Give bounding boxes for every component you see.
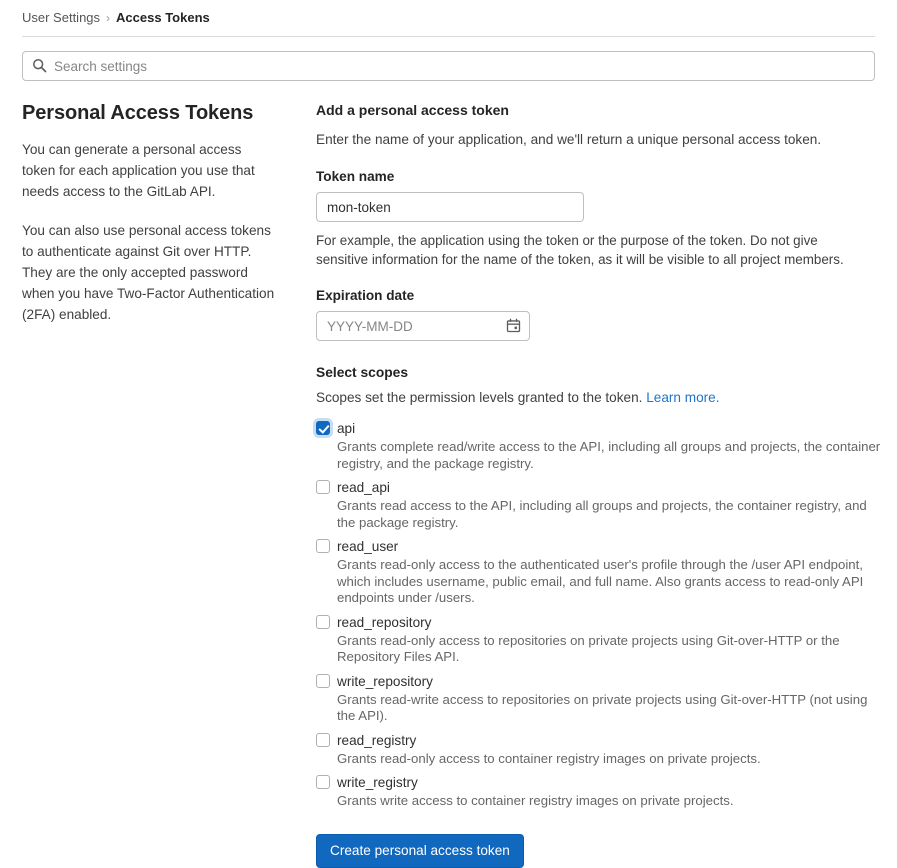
token-name-help-text: For example, the application using the t… <box>316 233 844 267</box>
breadcrumb-separator-icon: › <box>106 11 111 25</box>
scope-description: Grants write access to container registr… <box>337 793 734 808</box>
scope-description: Grants read access to the API, including… <box>337 498 867 530</box>
scope-checkbox-api[interactable] <box>316 421 330 435</box>
breadcrumb: User Settings › Access Tokens <box>0 0 897 27</box>
breadcrumb-divider <box>22 36 875 37</box>
scope-row[interactable]: write_repository Grants read-write access… <box>316 673 883 725</box>
scope-name-label: write_repository <box>337 673 433 689</box>
scope-checkbox-read_repository[interactable] <box>316 614 330 629</box>
learn-more-link[interactable]: Learn more. <box>646 390 719 405</box>
description-paragraph-2: You can also use personal access tokens … <box>22 223 275 322</box>
select-scopes-subtitle-text: Scopes set the permission levels granted… <box>316 390 647 405</box>
scope-name-label: read_registry <box>337 732 417 748</box>
scope-checkbox-write_registry[interactable] <box>316 775 330 789</box>
settings-content: Personal Access Tokens You can generate … <box>0 101 897 868</box>
scope-name-label: read_repository <box>337 614 432 630</box>
description-paragraph-1: You can generate a personal access token… <box>22 142 255 199</box>
token-name-label: Token name <box>316 169 395 184</box>
expiration-date-label: Expiration date <box>316 288 415 303</box>
expiration-date-input[interactable] <box>316 311 530 341</box>
breadcrumb-item-access-tokens: Access Tokens <box>116 10 210 25</box>
personal-access-tokens-description-panel: Personal Access Tokens You can generate … <box>22 101 298 325</box>
scope-checkbox-read_user[interactable] <box>316 539 330 553</box>
search-input[interactable] <box>22 51 875 81</box>
scope-checkbox-write_repository[interactable] <box>316 673 330 688</box>
form-title: Add a personal access token <box>316 102 509 118</box>
add-token-form: Add a personal access token Enter the na… <box>298 101 883 868</box>
scope-row[interactable]: api Grants complete read/write access to … <box>316 420 883 472</box>
scope-row[interactable]: write_registry Grants write access to con… <box>316 774 883 810</box>
create-personal-access-token-button[interactable]: Create personal access token <box>316 833 524 868</box>
breadcrumb-item-user-settings[interactable]: User Settings <box>22 10 100 25</box>
select-scopes-subtitle: Scopes set the permission levels granted… <box>316 388 883 407</box>
scope-description: Grants read-only access to repositories … <box>337 632 840 665</box>
scopes-list: api Grants complete read/write access to … <box>316 420 883 810</box>
scope-description: Grants read-write access to repositories… <box>337 691 868 724</box>
scope-name-label: write_registry <box>337 775 418 790</box>
expiration-date-container <box>316 311 530 341</box>
form-subtitle: Enter the name of your application, and … <box>316 132 822 147</box>
scope-name-label: api <box>337 421 356 436</box>
scope-description: Grants complete read/write access to the… <box>337 439 881 471</box>
scope-name-label: read_api <box>337 480 390 495</box>
search-settings-container <box>22 51 875 81</box>
select-scopes-title: Select scopes <box>316 365 409 380</box>
token-name-input[interactable] <box>316 192 584 222</box>
scope-name-label: read_user <box>337 539 399 554</box>
page-title: Personal Access Tokens <box>22 102 254 124</box>
scope-checkbox-read_registry[interactable] <box>316 732 330 747</box>
scope-row[interactable]: read_repository Grants read-only access t… <box>316 614 883 666</box>
scope-description: Grants read-only access to container reg… <box>337 750 761 766</box>
scope-row[interactable]: read_user Grants read-only access to the … <box>316 538 883 607</box>
scope-description: Grants read-only access to the authentic… <box>337 557 864 605</box>
scope-row[interactable]: read_registry Grants read-only access to … <box>316 732 883 768</box>
scope-row[interactable]: read_api Grants read access to the API, i… <box>316 479 883 531</box>
scope-checkbox-read_api[interactable] <box>316 480 330 494</box>
